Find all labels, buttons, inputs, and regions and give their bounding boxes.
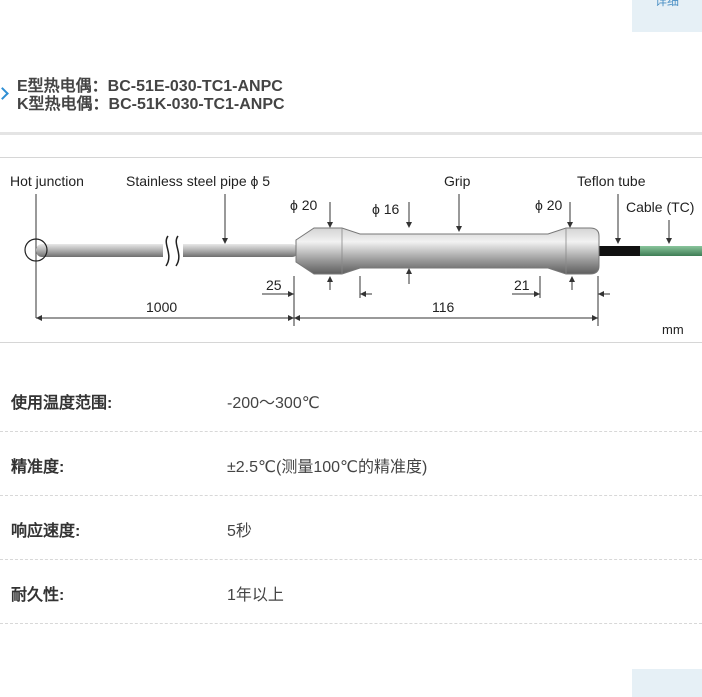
- model-k-type: K型热电偶：BC-51K-030-TC1-ANPC: [17, 96, 285, 113]
- model-e-type: E型热电偶：BC-51E-030-TC1-ANPC: [17, 78, 283, 95]
- label-phi16: ϕ 16: [372, 201, 400, 217]
- dim-25: 25: [266, 277, 282, 293]
- label-phi20-right: ϕ 20: [535, 197, 563, 213]
- spec-label: 耐久性:: [11, 587, 65, 604]
- label-phi20-left: ϕ 20: [290, 197, 318, 213]
- teflon-tube: [596, 246, 643, 256]
- spec-value: ±2.5℃(测量100℃的精准度): [227, 459, 428, 476]
- label-grip: Grip: [444, 173, 471, 189]
- probe-diagram: Hot junction Stainless steel pipe ϕ 5 Gr…: [10, 173, 702, 337]
- grip-body: [295, 227, 600, 275]
- spec-value: 1年以上: [227, 587, 284, 604]
- spec-label: 响应速度:: [11, 523, 81, 540]
- spec-label: 精准度:: [11, 459, 65, 476]
- spec-row-response: 响应速度: 5秒: [0, 496, 702, 560]
- spec-row-temp-range: 使用温度范围: -200～300℃: [0, 368, 702, 432]
- label-teflon: Teflon tube: [577, 173, 646, 189]
- dim-1000: 1000: [146, 299, 177, 315]
- model-header: E型热电偶：BC-51E-030-TC1-ANPC K型热电偶：BC-51K-0…: [0, 78, 702, 114]
- dim-21: 21: [514, 277, 530, 293]
- label-pipe: Stainless steel pipe ϕ 5: [126, 173, 270, 189]
- spec-row-durability: 耐久性: 1年以上: [0, 560, 702, 624]
- dim-116: 116: [432, 299, 455, 315]
- diagram-bottom-border: [0, 342, 702, 343]
- spec-label: 使用温度范围:: [11, 395, 113, 412]
- spec-value: 5秒: [227, 523, 252, 540]
- label-hot-junction: Hot junction: [10, 173, 84, 189]
- chevron-right-icon: [0, 87, 9, 100]
- detail-button-label: 详细: [654, 0, 679, 8]
- unit-mm: mm: [662, 322, 684, 337]
- spec-table: 使用温度范围: -200～300℃ 精准度: ±2.5℃(测量100℃的精准度)…: [0, 368, 702, 624]
- spec-row-accuracy: 精准度: ±2.5℃(测量100℃的精准度): [0, 432, 702, 496]
- tc-cable: [640, 246, 702, 256]
- bottom-corner-button[interactable]: [632, 669, 702, 697]
- spec-value: -200～300℃: [227, 395, 320, 412]
- detail-button[interactable]: 详细: [632, 0, 702, 32]
- header-divider: [0, 132, 702, 135]
- label-cable: Cable (TC): [626, 199, 694, 215]
